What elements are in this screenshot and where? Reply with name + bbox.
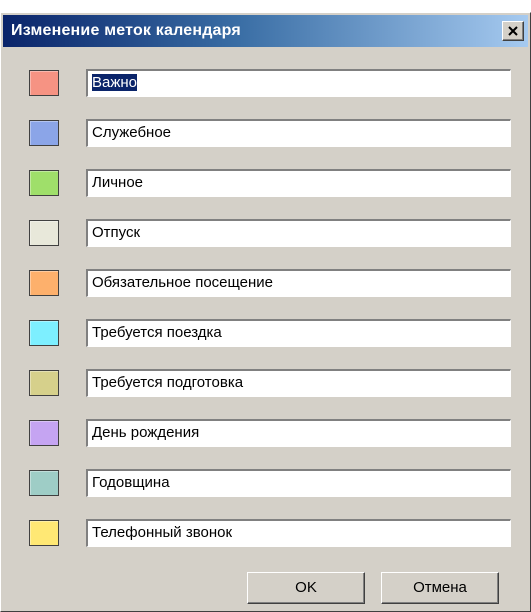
label-name-input[interactable]: Телефонный звонок <box>85 518 512 548</box>
label-row: Служебное <box>1 118 530 149</box>
close-button[interactable] <box>502 21 524 41</box>
label-name-text: Требуется поездка <box>92 324 222 341</box>
label-name-input[interactable]: Служебное <box>85 118 512 148</box>
label-row: Требуется подготовка <box>1 368 530 399</box>
label-name-input[interactable]: День рождения <box>85 418 512 448</box>
label-name-text: Годовщина <box>92 474 170 491</box>
label-name-input[interactable]: Обязательное посещение <box>85 268 512 298</box>
label-name-text: Требуется подготовка <box>92 374 244 391</box>
label-row: Обязательное посещение <box>1 268 530 299</box>
color-swatch[interactable] <box>29 320 59 346</box>
color-swatch[interactable] <box>29 120 59 146</box>
label-name-input[interactable]: Отпуск <box>85 218 512 248</box>
label-row: Отпуск <box>1 218 530 249</box>
close-icon <box>508 26 518 36</box>
color-swatch[interactable] <box>29 170 59 196</box>
label-name-text: Служебное <box>92 124 172 141</box>
edit-calendar-labels-dialog: Изменение меток календаря Важно Служебно… <box>0 12 531 612</box>
label-name-text: Личное <box>92 174 144 191</box>
dialog-title: Изменение меток календаря <box>11 22 241 39</box>
color-swatch[interactable] <box>29 470 59 496</box>
label-name-input[interactable]: Годовщина <box>85 468 512 498</box>
label-row: Требуется поездка <box>1 318 530 349</box>
label-row: День рождения <box>1 418 530 449</box>
color-swatch[interactable] <box>29 70 59 96</box>
label-name-text: Телефонный звонок <box>92 524 233 541</box>
cancel-button[interactable]: Отмена <box>381 572 499 604</box>
ok-button[interactable]: OK <box>247 572 365 604</box>
label-name-input[interactable]: Требуется поездка <box>85 318 512 348</box>
color-swatch[interactable] <box>29 370 59 396</box>
label-row: Телефонный звонок <box>1 518 530 549</box>
title-bar[interactable]: Изменение меток календаря <box>3 15 528 47</box>
color-swatch[interactable] <box>29 270 59 296</box>
label-name-text: Важно <box>92 74 138 91</box>
label-name-text: День рождения <box>92 424 200 441</box>
color-swatch[interactable] <box>29 220 59 246</box>
label-row: Важно <box>1 68 530 99</box>
color-swatch[interactable] <box>29 420 59 446</box>
label-row: Годовщина <box>1 468 530 499</box>
label-row: Личное <box>1 168 530 199</box>
color-swatch[interactable] <box>29 520 59 546</box>
label-name-input[interactable]: Личное <box>85 168 512 198</box>
label-name-text: Отпуск <box>92 224 141 241</box>
label-name-text: Обязательное посещение <box>92 274 274 291</box>
label-name-input[interactable]: Требуется подготовка <box>85 368 512 398</box>
label-name-input[interactable]: Важно <box>85 68 512 98</box>
